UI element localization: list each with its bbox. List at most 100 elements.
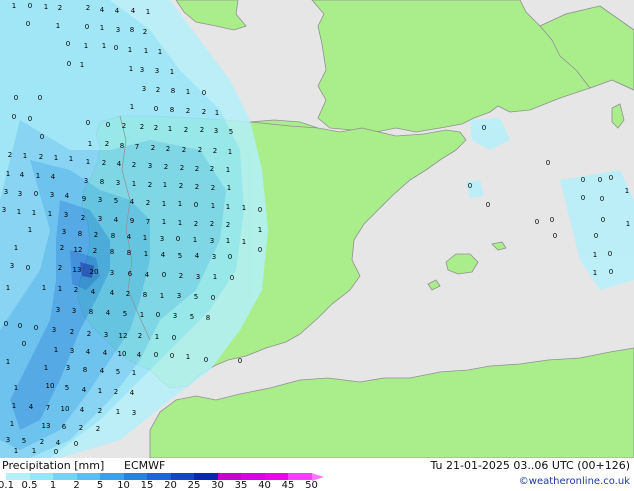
precip-value-label: 0 xyxy=(598,176,602,184)
precip-value-label: 0 xyxy=(114,44,118,52)
precip-value-label: 2 xyxy=(184,126,188,134)
precip-value-label: 3 xyxy=(18,190,22,198)
precip-value-label: 2 xyxy=(182,146,186,154)
precip-value-label: 4 xyxy=(80,406,85,414)
precip-value-label: 1 xyxy=(228,148,232,156)
precip-value-label: 2 xyxy=(179,272,183,280)
precip-value-label: 2 xyxy=(140,123,144,131)
precip-value-label: 0 xyxy=(40,133,44,141)
precip-value-label: 2 xyxy=(179,182,183,190)
precip-value-label: 1 xyxy=(58,285,62,293)
precip-value-label: 0 xyxy=(211,294,215,302)
precip-value-label: 2 xyxy=(210,165,214,173)
scale-color-box xyxy=(264,473,288,480)
precip-value-label: 4 xyxy=(115,7,120,15)
precip-value-label: 1 xyxy=(32,447,36,455)
precip-value-label: 0 xyxy=(581,176,585,184)
precip-value-label: 0 xyxy=(28,115,32,123)
precip-value-label: 2 xyxy=(58,264,62,272)
precipitation-map: 1 0 1 2 2 4 4 4 10 1 0 1 3 8 20 1 1 0 1 1 10 1 1 3 3 13 2 8 1 00 01 0 8 2… xyxy=(0,0,634,458)
precip-value-label: 3 xyxy=(70,347,74,355)
valid-time: Tu 21-01-2025 03..06 UTC (00+126) xyxy=(430,459,630,472)
precip-value-label: 3 xyxy=(98,196,102,204)
precip-value-label: 0 xyxy=(172,334,176,342)
precip-value-label: 6 xyxy=(128,270,133,278)
precip-value-label: 1 xyxy=(10,420,14,428)
precip-value-label: 1 xyxy=(54,154,58,162)
precip-value-label: 2 xyxy=(195,165,199,173)
precip-value-label: 0 xyxy=(608,250,612,258)
precip-value-label: 3 xyxy=(52,326,56,334)
precip-value-label: 2 xyxy=(226,221,230,229)
precip-value-label: 3 xyxy=(148,162,152,170)
precip-value-label: 2 xyxy=(74,286,78,294)
precip-value-label: 8 xyxy=(83,366,87,374)
precip-value-label: 1 xyxy=(28,226,32,234)
precip-value-label: 12 xyxy=(119,332,128,340)
scale-label: 35 xyxy=(234,480,248,491)
precip-value-label: 1 xyxy=(80,61,84,69)
precip-value-label: 1 xyxy=(170,68,174,76)
precip-value-label: 2 xyxy=(86,4,90,12)
precip-value-label: 1 xyxy=(17,208,21,216)
scale-color-box xyxy=(241,473,265,480)
precip-value-label: 2 xyxy=(186,107,190,115)
precip-value-label: 8 xyxy=(206,314,210,322)
precip-value-label: 0 xyxy=(66,40,70,48)
precip-value-label: 0 xyxy=(18,322,22,330)
precip-value-label: 5 xyxy=(116,368,120,376)
precip-value-label: 3 xyxy=(62,228,66,236)
precip-value-label: 1 xyxy=(146,8,150,16)
credit-link[interactable]: ©weatheronline.co.uk xyxy=(519,476,630,487)
precip-value-label: 2 xyxy=(96,425,100,433)
precip-value-label: 4 xyxy=(145,271,150,279)
precip-value-label: 4 xyxy=(130,198,135,206)
precip-value-label: 0 xyxy=(86,119,90,127)
map-view: 1012244410101382011011101133132810001082… xyxy=(0,0,634,491)
precip-value-label: 0 xyxy=(74,440,78,448)
precip-value-label: 2 xyxy=(93,247,97,255)
precip-value-label: 8 xyxy=(171,87,175,95)
precip-value-label: 1 xyxy=(213,273,217,281)
precip-value-label: 3 xyxy=(50,191,54,199)
precip-value-label: 0 xyxy=(550,216,554,224)
scale-color-box xyxy=(147,473,171,480)
precip-value-label: 2 xyxy=(122,122,126,130)
precip-value-label: 0 xyxy=(258,206,262,214)
precip-value-label: 2 xyxy=(132,161,136,169)
precip-value-label: 0 xyxy=(258,246,262,254)
precip-value-label: 4 xyxy=(130,389,135,397)
precip-value-label: 4 xyxy=(114,216,119,224)
precip-value-label: 6 xyxy=(62,423,67,431)
precip-value-label: 1 xyxy=(6,284,10,292)
precip-value-label: 4 xyxy=(137,351,142,359)
precip-value-label: 1 xyxy=(144,47,148,55)
precip-value-label: 1 xyxy=(98,387,102,395)
scale-label: 50 xyxy=(305,480,318,491)
precip-value-label: 1 xyxy=(86,158,90,166)
precip-value-label: 8 xyxy=(143,291,147,299)
precip-value-label: 2 xyxy=(60,244,64,252)
precip-value-label: 1 xyxy=(593,251,597,259)
precip-value-label: 8 xyxy=(120,142,124,150)
scale-label: 20 xyxy=(164,480,177,491)
precip-value-label: 1 xyxy=(14,244,18,252)
precip-value-label: 0 xyxy=(238,357,242,365)
precip-value-label: 2 xyxy=(143,28,147,36)
precip-value-label: 1 xyxy=(178,219,182,227)
precip-value-label: 3 xyxy=(140,66,144,74)
precip-value-label: 3 xyxy=(110,269,114,277)
precip-value-label: 1 xyxy=(132,369,136,377)
precip-value-label: 3 xyxy=(104,331,108,339)
precip-value-label: 1 xyxy=(102,42,106,50)
precip-value-label: 10 xyxy=(46,382,55,390)
precip-value-label: 0 xyxy=(67,60,71,68)
precip-value-label: 3 xyxy=(2,206,6,214)
scale-label: 0.1 xyxy=(0,480,14,491)
precip-value-label: 4 xyxy=(161,251,166,259)
precip-value-label: 3 xyxy=(4,188,8,196)
precip-value-label: 5 xyxy=(123,310,127,318)
precip-value-label: 3 xyxy=(56,306,60,314)
precip-value-label: 0 xyxy=(468,182,472,190)
precip-value-label: 1 xyxy=(211,202,215,210)
